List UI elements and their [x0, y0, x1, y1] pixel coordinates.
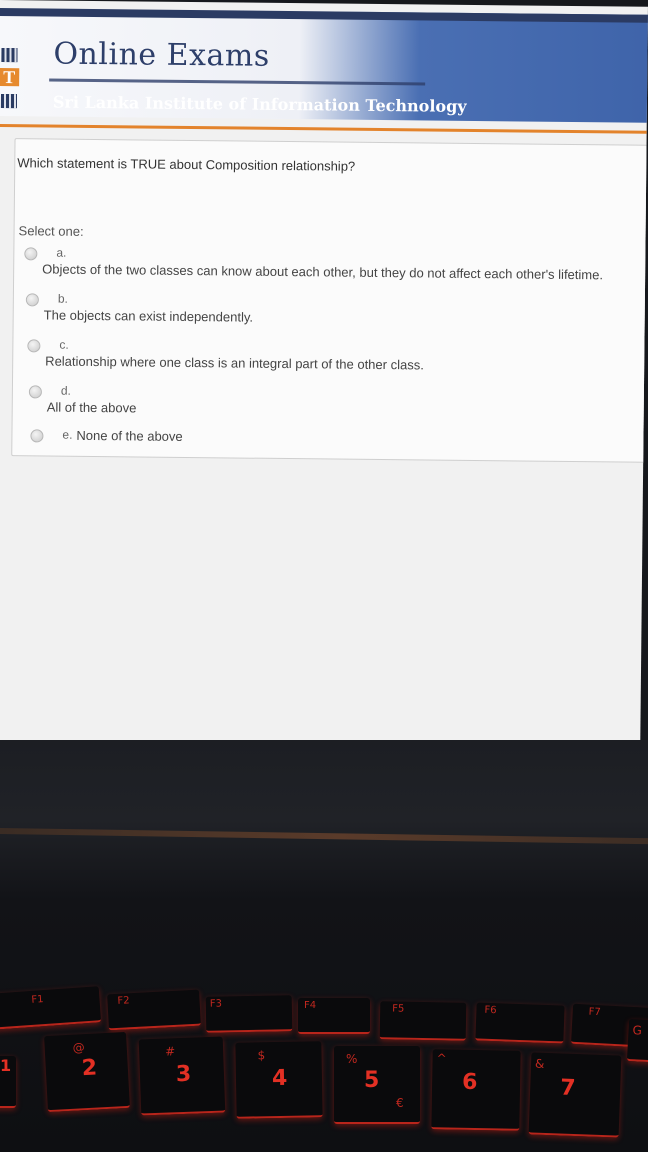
- key-label: 7: [559, 1075, 576, 1102]
- key-label: F2: [117, 995, 130, 1007]
- key-f4: F4: [298, 998, 370, 1034]
- option-text: All of the above: [46, 399, 137, 416]
- logo-grid-top: [1, 48, 18, 63]
- select-prompt: Select one:: [18, 223, 84, 239]
- key-f3: F3: [205, 995, 293, 1033]
- question-text: Which statement is TRUE about Compositio…: [17, 155, 356, 174]
- option-letter: c.: [59, 337, 69, 352]
- option-text: Relationship where one class is an integ…: [45, 353, 424, 373]
- laptop-keyboard: F1 F2 F3 F4 F5 F6 F7 1 @ 2 # 3 $ 4 % 5 €…: [0, 740, 648, 1152]
- laptop-hinge: [0, 828, 648, 845]
- key-6: ^ 6: [431, 1049, 521, 1131]
- site-header: T Online Exams Sri Lanka Institute of In…: [0, 7, 648, 134]
- option-letter: d.: [60, 383, 72, 398]
- sliit-logo-icon: T: [0, 48, 21, 114]
- key-shift-label: @: [72, 1040, 86, 1055]
- key-f6: F6: [475, 1002, 565, 1044]
- site-subtitle: Sri Lanka Institute of Information Techn…: [52, 92, 467, 116]
- key-label: 5: [364, 1068, 380, 1093]
- radio-button[interactable]: [30, 429, 44, 443]
- option-text: Objects of the two classes can know abou…: [42, 261, 604, 283]
- key-shift-label: &: [534, 1056, 545, 1071]
- key-3: # 3: [138, 1036, 226, 1116]
- option-text: None of the above: [76, 427, 183, 444]
- site-title: Online Exams: [53, 36, 270, 74]
- key-label: 1: [0, 1056, 12, 1075]
- title-divider: [49, 78, 426, 86]
- key-f1: F1: [0, 986, 102, 1030]
- logo-grid-bottom: [0, 94, 18, 109]
- logo-letter: T: [0, 67, 20, 87]
- key-label: F5: [392, 1003, 405, 1015]
- key-f5: F5: [379, 1001, 467, 1041]
- key-label: 3: [175, 1061, 192, 1088]
- key-7: & 7: [528, 1052, 622, 1138]
- key-5: % 5 €: [334, 1046, 420, 1124]
- radio-button[interactable]: [25, 293, 39, 307]
- key-label: F6: [484, 1004, 497, 1017]
- option-letter: b.: [57, 291, 68, 306]
- key-1: 1: [0, 1056, 16, 1108]
- key-label: F3: [209, 998, 223, 1010]
- key-label: G: [632, 1023, 643, 1038]
- key-shift-label: #: [164, 1044, 176, 1059]
- key-label: F7: [588, 1006, 602, 1019]
- key-label: 6: [461, 1069, 478, 1096]
- key-label: F1: [31, 994, 44, 1006]
- header-accent-line: [0, 123, 648, 134]
- option-text: The objects can exist independently.: [43, 307, 254, 325]
- key-f2: F2: [107, 989, 201, 1031]
- header-top-strip: [0, 7, 648, 23]
- radio-button[interactable]: [27, 339, 41, 353]
- key-shift-label: %: [346, 1052, 358, 1066]
- laptop-screen: T Online Exams Sri Lanka Institute of In…: [0, 0, 648, 747]
- key-label: F4: [304, 1000, 317, 1011]
- key-shift-label: $: [257, 1048, 266, 1063]
- radio-button[interactable]: [24, 247, 38, 261]
- key-4: $ 4: [235, 1041, 323, 1119]
- question-card: Which statement is TRUE about Compositio…: [11, 138, 648, 463]
- radio-button[interactable]: [28, 385, 42, 399]
- key-shift-label: ^: [436, 1051, 447, 1066]
- option-letter: a.: [56, 245, 67, 260]
- key-2: @ 2: [44, 1031, 130, 1113]
- key-label: 4: [271, 1065, 288, 1092]
- key-label: 2: [81, 1055, 98, 1082]
- option-letter: e.: [62, 427, 73, 442]
- key-alt-label: €: [396, 1096, 404, 1110]
- key-g: G: [626, 1018, 648, 1064]
